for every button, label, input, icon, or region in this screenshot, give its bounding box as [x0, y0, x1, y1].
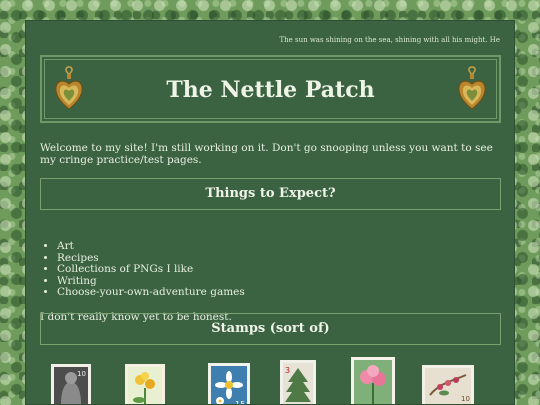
section-heading: Things to Expect?	[205, 186, 336, 201]
expect-list: Art Recipes Collections of PNGs I like W…	[40, 240, 245, 299]
site-title: The Nettle Patch	[166, 77, 375, 103]
section-heading: Stamps (sort of)	[211, 321, 330, 336]
stamps-heading-box: Stamps (sort of)	[40, 313, 501, 345]
stamp-value: 10	[461, 395, 470, 403]
list-item: Art	[57, 240, 245, 253]
main-page-panel: The sun was shining on the sea, shining …	[25, 20, 515, 405]
tree-stamp: 3	[280, 360, 316, 404]
site-header: The Nettle Patch	[40, 55, 501, 123]
yellow-flower-stamp	[125, 364, 165, 404]
daisy-stamp: 15	[208, 363, 250, 405]
stamp-value: 3	[285, 366, 290, 375]
berry-branch-stamp: 10	[422, 365, 474, 404]
welcome-text: Welcome to my site! I'm still working on…	[40, 142, 493, 166]
portrait-stamp: 10	[51, 364, 91, 404]
heart-locket-icon	[458, 66, 486, 110]
marquee-text: The sun was shining on the sea, shining …	[279, 36, 500, 44]
things-to-expect-heading-box: Things to Expect?	[40, 178, 501, 210]
list-item: Choose-your-own-adventure games	[57, 287, 245, 299]
stamp-value: 15	[235, 400, 245, 405]
stamp-value: 10	[77, 370, 86, 378]
pink-blossom-stamp	[351, 357, 395, 404]
